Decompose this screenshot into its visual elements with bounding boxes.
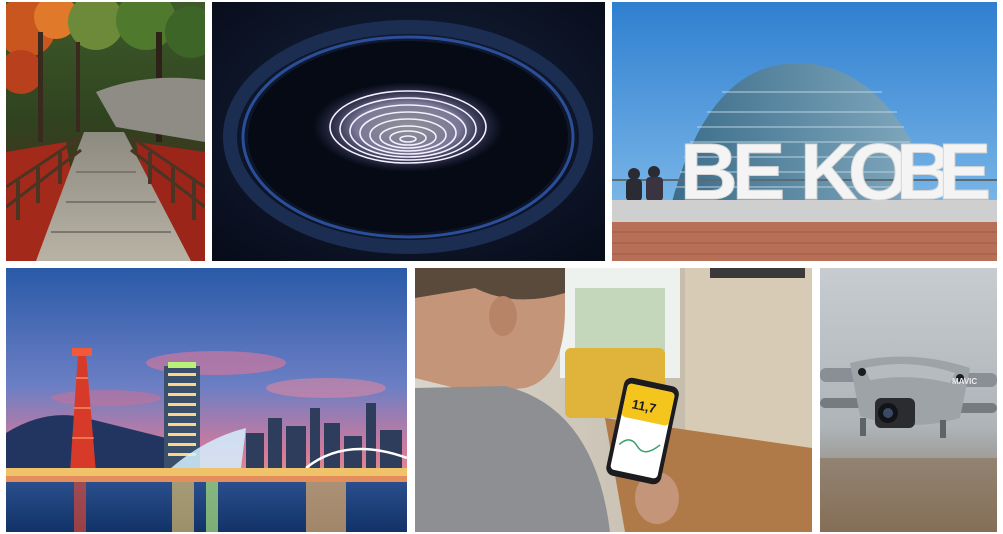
sign-letter-e2: E bbox=[938, 127, 991, 216]
kobe-harbor-skyline-photo bbox=[6, 268, 407, 532]
drone-brand-label: MAVIC bbox=[952, 377, 977, 386]
photo-collage: B E K O B E 11,7 MAVIC bbox=[0, 0, 1003, 534]
fingerprint-sensor-photo bbox=[212, 2, 605, 261]
sign-letter-b1: B bbox=[680, 127, 738, 216]
drone-photo: MAVIC bbox=[820, 268, 997, 532]
sign-letter-e1: E bbox=[732, 127, 785, 216]
autumn-path-photo bbox=[6, 2, 205, 261]
be-kobe-sign-photo: B E K O B E bbox=[612, 2, 997, 261]
person-with-phone-photo: 11,7 bbox=[415, 268, 812, 532]
